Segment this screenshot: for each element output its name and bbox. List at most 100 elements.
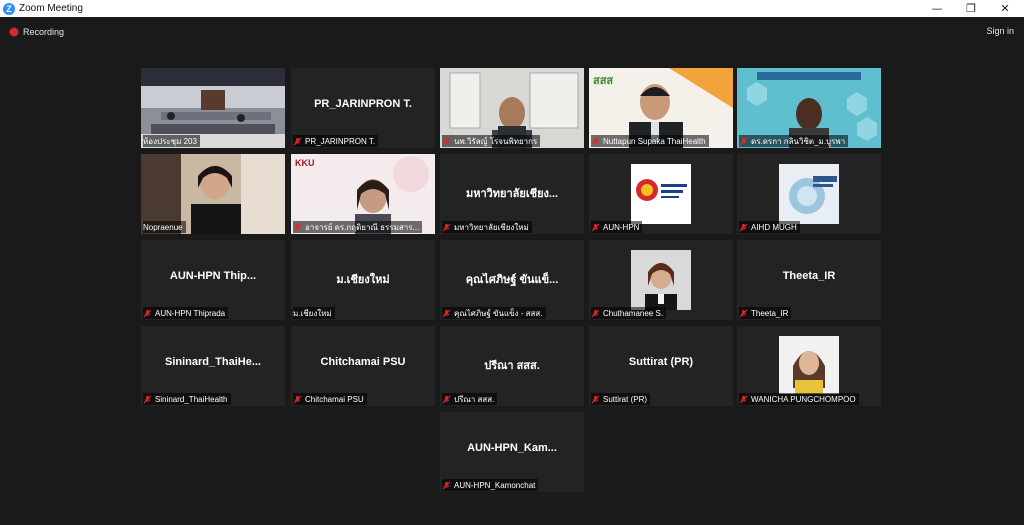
participant-tile[interactable]: Nopraenue <box>141 154 285 234</box>
participant-tile[interactable]: KKU อาจารย์ ดร.กฤติยาณี ธรรมสาร... <box>291 154 435 234</box>
record-icon <box>10 28 18 36</box>
participant-name-label: AUN-HPN_Kamonchat <box>442 479 539 491</box>
participant-name-label: มหาวิทยาลัยเชียงใหม่ <box>442 221 532 233</box>
participant-name: นพ.วิรัลญ์ โรจนพิทยากร <box>454 136 538 146</box>
participant-name-label: นพ.วิรัลญ์ โรจนพิทยากร <box>442 135 541 147</box>
aun-logo-icon <box>636 179 687 201</box>
participant-name: Chuthamanee S. <box>603 308 664 318</box>
participant-name: อาจารย์ ดร.กฤติยาณี ธรรมสาร... <box>305 222 420 232</box>
participant-photo <box>779 336 839 394</box>
participant-display-name: ปรีณา สสส. <box>484 360 540 372</box>
participant-display-name: Theeta_IR <box>782 270 836 282</box>
participant-tile[interactable]: ม.เชียงใหม่ ม.เชียงใหม่ <box>291 240 435 320</box>
participant-display-name: AUN-HPN_Kam... <box>467 442 557 454</box>
participant-name-label: ปรีณา สสส. <box>442 393 498 405</box>
participant-tile[interactable]: AUN-HPN <box>589 154 733 234</box>
muted-mic-icon <box>293 395 302 403</box>
participant-tile[interactable]: Sininard_ThaiHe... Sininard_ThaiHealth <box>141 326 285 406</box>
participant-name-label: ดร.ดรกา กลินวิชิต_ม.บูรพา <box>739 135 849 147</box>
participant-display-name: ม.เชียงใหม่ <box>336 274 390 286</box>
participant-tile[interactable]: Chitchamai PSU Chitchamai PSU <box>291 326 435 406</box>
muted-mic-icon <box>442 481 451 489</box>
meeting-top-bar <box>0 17 1024 47</box>
participant-name: Sininard_ThaiHealth <box>155 394 228 404</box>
participant-name-label: Chitchamai PSU <box>293 393 367 405</box>
muted-mic-icon <box>591 395 600 403</box>
participant-name: AUN-HPN_Kamonchat <box>454 480 536 490</box>
participant-name-label: Nopraenue <box>143 221 186 233</box>
participant-name: ม.เชียงใหม่ <box>293 308 332 318</box>
participant-tile[interactable]: นพ.วิรัลญ์ โรจนพิทยากร <box>440 68 584 148</box>
participant-name-label: AIHD MUGH <box>739 221 800 233</box>
kku-logo: KKU <box>295 158 315 168</box>
participant-tile[interactable]: AIHD MUGH <box>737 154 881 234</box>
sign-in-button[interactable]: Sign in <box>986 26 1014 36</box>
participant-tile[interactable]: Suttirat (PR) Suttirat (PR) <box>589 326 733 406</box>
participant-name: WANICHA PUNGCHOMPOO <box>751 394 856 404</box>
participant-name-label: อาจารย์ ดร.กฤติยาณี ธรรมสาร... <box>293 221 423 233</box>
participant-display-name: Sininard_ThaiHe... <box>165 356 261 368</box>
muted-mic-icon <box>442 223 451 231</box>
title-bar: Z Zoom Meeting <box>0 0 1024 17</box>
aihd-logo-image <box>779 164 839 224</box>
participant-display-name: มหาวิทยาลัยเชียง... <box>465 188 559 200</box>
participant-tile[interactable]: AUN-HPN_Kam... AUN-HPN_Kamonchat <box>440 412 584 492</box>
muted-mic-icon <box>739 395 748 403</box>
participant-tile[interactable]: WANICHA PUNGCHOMPOO <box>737 326 881 406</box>
participant-name: AIHD MUGH <box>751 222 797 232</box>
participant-name: Nopraenue <box>143 222 183 232</box>
participant-name: PR_JARINPRON T. <box>305 136 376 146</box>
muted-mic-icon <box>739 309 748 317</box>
participant-name-label: Suttirat (PR) <box>591 393 651 405</box>
participant-photo <box>631 250 691 310</box>
participant-name: Theeta_IR <box>751 308 789 318</box>
participant-tile[interactable]: Theeta_IR Theeta_IR <box>737 240 881 320</box>
participant-name-label: ม.เชียงใหม่ <box>293 307 335 319</box>
participant-name-label: ห้องประชุม 203 <box>143 135 200 147</box>
participant-name-label: Chuthamanee S. <box>591 307 667 319</box>
participant-tile[interactable]: มหาวิทยาลัยเชียง... มหาวิทยาลัยเชียงใหม่ <box>440 154 584 234</box>
minimize-button[interactable]: — <box>920 0 954 17</box>
recording-indicator[interactable]: Recording <box>10 27 64 37</box>
muted-mic-icon <box>293 223 302 231</box>
participant-tile[interactable]: ปรีณา สสส. ปรีณา สสส. <box>440 326 584 406</box>
muted-mic-icon <box>591 137 600 145</box>
participant-name-label: Sininard_ThaiHealth <box>143 393 231 405</box>
aun-logo-image <box>631 164 691 224</box>
participant-tile[interactable]: สสส Nuttapun Supaka ThaiHealth <box>589 68 733 148</box>
participant-tile[interactable]: Chuthamanee S. <box>589 240 733 320</box>
participant-name: Nuttapun Supaka ThaiHealth <box>603 136 706 146</box>
muted-mic-icon <box>143 395 152 403</box>
close-button[interactable]: ✕ <box>988 0 1022 17</box>
participant-name-label: WANICHA PUNGCHOMPOO <box>739 393 859 405</box>
participant-display-name: Suttirat (PR) <box>628 356 694 368</box>
participant-tile[interactable]: คุณไศภิษฐ์ ขันแข็... คุณไศภิษฐ์ ขันแข็ง … <box>440 240 584 320</box>
restore-button[interactable]: ❐ <box>954 0 988 17</box>
muted-mic-icon <box>442 137 451 145</box>
participant-tile[interactable]: ดร.ดรกา กลินวิชิต_ม.บูรพา <box>737 68 881 148</box>
muted-mic-icon <box>143 309 152 317</box>
muted-mic-icon <box>739 137 748 145</box>
participant-display-name: คุณไศภิษฐ์ ขันแข็... <box>465 274 559 286</box>
muted-mic-icon <box>442 395 451 403</box>
participant-name: Suttirat (PR) <box>603 394 648 404</box>
participant-name-label: PR_JARINPRON T. <box>293 135 379 147</box>
participant-name: มหาวิทยาลัยเชียงใหม่ <box>454 222 529 232</box>
muted-mic-icon <box>442 309 451 317</box>
participant-name-label: Theeta_IR <box>739 307 792 319</box>
participant-name-label: AUN-HPN <box>591 221 643 233</box>
participant-name: ปรีณา สสส. <box>454 394 495 404</box>
participant-name: ดร.ดรกา กลินวิชิต_ม.บูรพา <box>751 136 846 146</box>
recording-label: Recording <box>23 27 65 37</box>
participant-name-label: คุณไศภิษฐ์ ขันแข็ง - สสส. <box>442 307 546 319</box>
participant-display-name: AUN-HPN Thip... <box>169 270 257 282</box>
participant-name-label: AUN-HPN Thiprada <box>143 307 229 319</box>
window-title: Zoom Meeting <box>19 3 83 14</box>
participant-name: ห้องประชุม 203 <box>143 136 197 146</box>
participant-tile[interactable]: PR_JARINPRON T. PR_JARINPRON T. <box>291 68 435 148</box>
participant-tile[interactable]: ห้องประชุม 203 <box>141 68 285 148</box>
sss-logo: สสส <box>593 74 614 87</box>
muted-mic-icon <box>591 309 600 317</box>
participant-display-name: Chitchamai PSU <box>320 356 406 368</box>
participant-tile[interactable]: AUN-HPN Thip... AUN-HPN Thiprada <box>141 240 285 320</box>
